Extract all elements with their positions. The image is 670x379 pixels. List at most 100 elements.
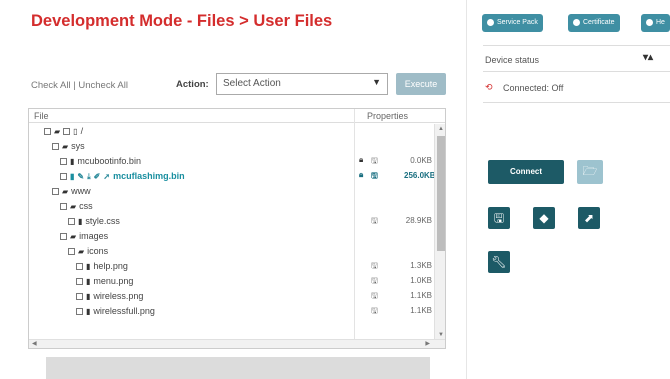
- file-tree: File Properties ▰ ▯ / ▰ sys ▮ mcubootinfo.bi…: [28, 108, 446, 349]
- action-label: Action:: [176, 79, 209, 90]
- tree-row[interactable]: ▰ icons: [29, 245, 434, 259]
- checkbox[interactable]: [60, 233, 67, 241]
- scroll-down-icon[interactable]: ▼: [438, 332, 444, 338]
- execute-button[interactable]: Execute: [396, 73, 446, 95]
- tree-row[interactable]: ▮ style.css 🖫︎ 28.9KB: [29, 215, 434, 229]
- file-size: 256.0KB: [404, 171, 436, 180]
- flash-icon[interactable]: ◆: [533, 207, 555, 229]
- external-link-icon[interactable]: ⬈: [578, 207, 600, 229]
- scroll-left-icon[interactable]: ◀: [32, 340, 37, 347]
- open-folder-icon[interactable]: 🗁︎: [577, 160, 603, 184]
- file-size: 0.0KB: [410, 156, 432, 165]
- file-name: help.png: [93, 261, 128, 271]
- action-select[interactable]: Select Action ▼: [216, 73, 388, 95]
- tree-row[interactable]: ▰ www: [29, 185, 434, 199]
- tree-header: File Properties: [29, 109, 445, 123]
- file-size: 28.9KB: [405, 216, 432, 225]
- save-icon[interactable]: 🖫︎: [488, 207, 510, 229]
- save-icon[interactable]: 🖫︎: [371, 170, 378, 184]
- file-size: 1.1KB: [410, 306, 432, 315]
- connection-status: Connected: Off: [503, 83, 564, 93]
- checkbox[interactable]: [60, 203, 67, 211]
- checkbox[interactable]: [63, 128, 71, 136]
- file-size: 1.0KB: [410, 276, 432, 285]
- certificate-button[interactable]: Certificate: [568, 14, 620, 32]
- file-icon: ▮: [70, 172, 75, 182]
- uncheck-all-link[interactable]: Uncheck All: [78, 80, 128, 91]
- tree-row[interactable]: ▮ wireless.png 🖫︎ 1.1KB: [29, 290, 434, 304]
- vertical-scrollbar[interactable]: ▲ ▼: [434, 124, 445, 339]
- file-icon: ▮: [86, 277, 91, 287]
- save-icon[interactable]: 🖫︎: [371, 305, 378, 319]
- checkbox[interactable]: [60, 158, 67, 166]
- checkbox[interactable]: [68, 248, 75, 256]
- tree-row[interactable]: ▰ ▯ /: [29, 125, 434, 139]
- chevron-up-icon[interactable]: ▾▴: [643, 52, 653, 63]
- column-header-file: File: [34, 111, 49, 121]
- tree-row[interactable]: ▮ mcubootinfo.bin 🔒︎ 🖫︎ 0.0KB: [29, 155, 434, 169]
- tree-row[interactable]: ▮ wirelessfull.png 🖫︎ 1.1KB: [29, 305, 434, 319]
- file-name: sys: [71, 141, 85, 151]
- certificate-icon: [573, 18, 580, 26]
- file-size: 1.3KB: [410, 261, 432, 270]
- scroll-right-icon[interactable]: ▶: [425, 340, 430, 347]
- action-select-value: Select Action: [223, 78, 281, 89]
- file-name: wireless.png: [93, 291, 144, 301]
- help-icon: [646, 18, 653, 26]
- lock-icon: 🔒︎: [359, 155, 364, 164]
- pen-icon[interactable]: ✐: [94, 172, 101, 181]
- files-panel: Development Mode - Files > User Files Ch…: [0, 0, 465, 379]
- file-icon: ▮: [70, 157, 75, 167]
- file-icon: ▮: [86, 292, 91, 302]
- save-icon[interactable]: 🖫︎: [371, 215, 378, 229]
- checkbox[interactable]: [76, 278, 83, 286]
- checkbox[interactable]: [68, 218, 75, 226]
- checkbox[interactable]: [76, 308, 83, 316]
- divider: [483, 102, 670, 103]
- tree-row[interactable]: ▰ images: [29, 230, 434, 244]
- check-links: Check All | Uncheck All: [31, 80, 128, 91]
- folder-icon: ▰: [54, 127, 61, 137]
- chevron-down-icon: ▼: [372, 77, 381, 87]
- tree-row[interactable]: ▰ css: [29, 200, 434, 214]
- save-icon[interactable]: 🖫︎: [371, 275, 378, 289]
- tree-row[interactable]: ▰ sys: [29, 140, 434, 154]
- file-icon: ▮: [78, 217, 83, 227]
- save-icon[interactable]: 🖫︎: [371, 260, 378, 274]
- certificate-label: Certificate: [583, 19, 615, 26]
- connect-button[interactable]: Connect: [488, 160, 564, 184]
- folder-icon: ▰: [70, 202, 77, 212]
- service-pack-label: Service Pack: [497, 19, 538, 26]
- file-name: mcubootinfo.bin: [77, 156, 141, 166]
- scrollbar-thumb[interactable]: [437, 136, 445, 251]
- tree-row-active[interactable]: ▮ ✎ ⤓ ✐ ➚ mcuflashimg.bin 🔒︎ 🖫︎ 256.0KB: [29, 170, 436, 184]
- file-icon: ▯: [73, 127, 78, 137]
- save-icon[interactable]: 🖫︎: [371, 290, 378, 304]
- checkbox[interactable]: [76, 263, 83, 271]
- horizontal-scrollbar[interactable]: ◀ ▶: [29, 339, 445, 348]
- save-icon[interactable]: 🖫︎: [371, 155, 378, 169]
- download-icon[interactable]: ⤓: [87, 172, 91, 182]
- tree-row[interactable]: ▮ help.png 🖫︎ 1.3KB: [29, 260, 434, 274]
- edit-icon[interactable]: ✎: [77, 172, 84, 181]
- folder-icon: ▰: [70, 232, 77, 242]
- file-name: style.css: [85, 216, 120, 226]
- checkbox[interactable]: [60, 173, 67, 181]
- column-header-properties: Properties: [367, 111, 409, 121]
- checkbox[interactable]: [52, 143, 59, 151]
- folder-icon: ▰: [62, 187, 69, 197]
- help-label: He: [656, 19, 665, 26]
- checkbox[interactable]: [76, 293, 83, 301]
- bottom-bar: [46, 357, 430, 379]
- help-button[interactable]: He: [641, 14, 670, 32]
- check-all-link[interactable]: Check All: [31, 80, 71, 91]
- scroll-up-icon[interactable]: ▲: [438, 126, 444, 132]
- file-icon: ▮: [86, 262, 91, 272]
- file-icon: ▮: [86, 307, 91, 317]
- cloud-icon: [487, 18, 494, 26]
- service-pack-button[interactable]: Service Pack: [482, 14, 543, 32]
- checkbox[interactable]: [44, 128, 51, 136]
- checkbox[interactable]: [52, 188, 59, 196]
- wrench-icon[interactable]: 🔧︎: [488, 251, 510, 273]
- tree-row[interactable]: ▮ menu.png 🖫︎ 1.0KB: [29, 275, 434, 289]
